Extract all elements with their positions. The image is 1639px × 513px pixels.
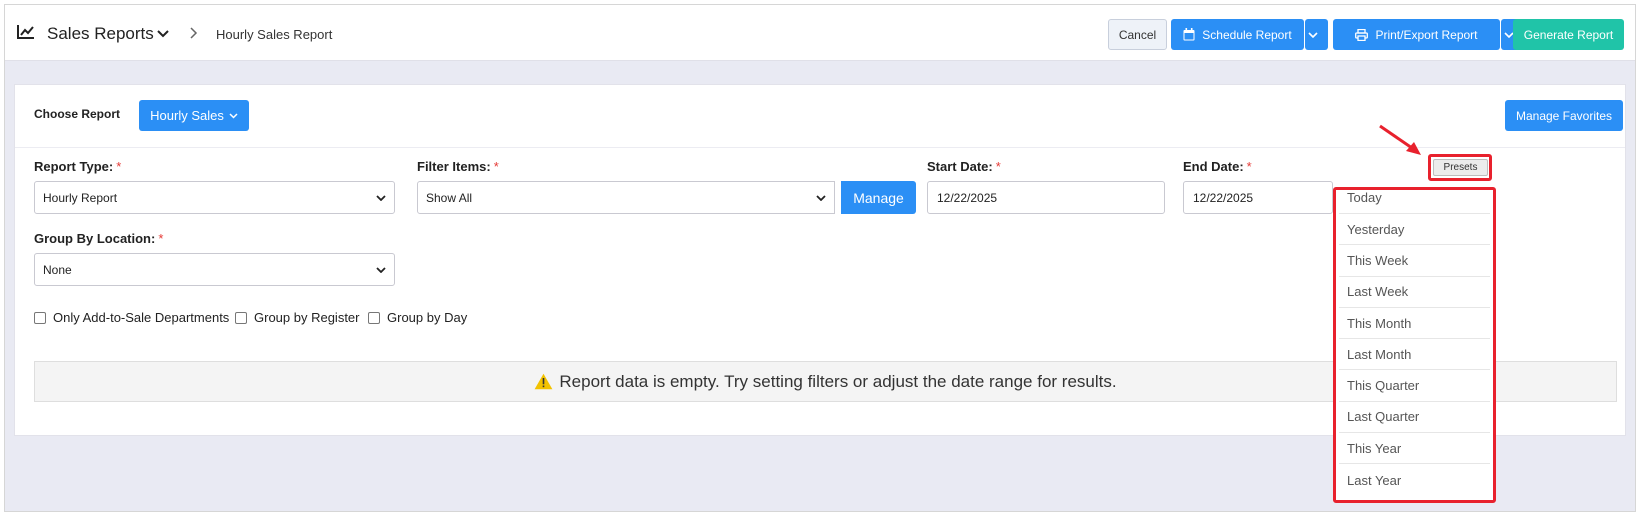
group-location-value: None: [43, 262, 72, 277]
required-mark: *: [116, 159, 122, 174]
required-mark: *: [995, 159, 1001, 174]
preset-yesterday[interactable]: Yesterday: [1339, 214, 1490, 246]
chevron-down-icon[interactable]: [157, 30, 169, 38]
preset-today[interactable]: Today: [1339, 190, 1490, 214]
report-type-label-text: Report Type:: [34, 159, 114, 174]
group-location-label-text: Group By Location:: [34, 231, 156, 246]
preset-last-week[interactable]: Last Week: [1339, 277, 1490, 308]
preset-label: Last Week: [1347, 284, 1409, 300]
manage-favorites-label: Manage Favorites: [1515, 108, 1613, 123]
top-bar: Sales Reports Hourly Sales Report Cancel…: [5, 5, 1635, 61]
schedule-report-dropdown[interactable]: [1305, 19, 1328, 50]
schedule-report-label: Schedule Report: [1202, 27, 1292, 42]
preset-last-month[interactable]: Last Month: [1339, 339, 1490, 371]
required-mark: *: [158, 231, 164, 246]
group-register-label: Group by Register: [254, 310, 360, 325]
preset-this-year[interactable]: This Year: [1339, 433, 1490, 465]
manage-favorites-button[interactable]: Manage Favorites: [1505, 100, 1623, 131]
filter-items-select[interactable]: Show All: [417, 181, 835, 214]
annotation-arrow: [1379, 124, 1421, 155]
start-date-label-text: Start Date:: [927, 159, 993, 174]
end-date-input[interactable]: 12/22/2025: [1183, 181, 1333, 214]
add-to-sale-checkbox[interactable]: Only Add-to-Sale Departments: [34, 310, 229, 325]
presets-dropdown: Today Yesterday This Week Last Week This…: [1333, 187, 1496, 503]
report-type-label: Report Type: *: [34, 159, 121, 174]
chevron-down-icon: [229, 112, 238, 119]
breadcrumb: Hourly Sales Report: [216, 27, 333, 42]
manage-button[interactable]: Manage: [841, 181, 916, 214]
preset-label: This Year: [1347, 440, 1402, 456]
end-date-label-text: End Date:: [1183, 159, 1244, 174]
print-export-label: Print/Export Report: [1375, 27, 1478, 42]
line-chart-icon: [17, 25, 34, 39]
app-title[interactable]: Sales Reports: [47, 24, 154, 44]
report-picker-button[interactable]: Hourly Sales: [139, 100, 249, 131]
warning-icon: [535, 373, 553, 390]
end-date-value: 12/22/2025: [1193, 190, 1254, 205]
preset-this-quarter[interactable]: This Quarter: [1339, 370, 1490, 402]
filter-items-label-text: Filter Items:: [417, 159, 491, 174]
chevron-down-icon: [1308, 31, 1318, 38]
chevron-down-icon: [816, 195, 826, 201]
add-to-sale-label: Only Add-to-Sale Departments: [53, 310, 230, 325]
group-register-checkbox[interactable]: Group by Register: [235, 310, 360, 325]
cancel-button[interactable]: Cancel: [1108, 19, 1167, 50]
preset-label: Last Month: [1347, 346, 1412, 362]
checkbox-box[interactable]: [34, 311, 46, 324]
preset-last-quarter[interactable]: Last Quarter: [1339, 402, 1490, 434]
presets-button[interactable]: Presets: [1433, 159, 1488, 176]
group-location-label: Group By Location: *: [34, 231, 163, 246]
preset-label: Last Year: [1347, 472, 1402, 488]
generate-report-button[interactable]: Generate Report: [1513, 19, 1624, 50]
preset-this-week[interactable]: This Week: [1339, 245, 1490, 277]
chevron-down-icon: [376, 195, 386, 201]
manage-button-label: Manage: [853, 189, 904, 206]
cancel-button-label: Cancel: [1118, 27, 1157, 42]
required-mark: *: [1246, 159, 1252, 174]
preset-label: This Week: [1347, 252, 1409, 268]
group-location-select[interactable]: None: [34, 253, 395, 286]
generate-report-label: Generate Report: [1523, 27, 1614, 42]
required-mark: *: [493, 159, 499, 174]
preset-label: Today: [1347, 190, 1382, 205]
report-type-value: Hourly Report: [43, 190, 118, 205]
preset-this-month[interactable]: This Month: [1339, 308, 1490, 340]
app-window: Sales Reports Hourly Sales Report Cancel…: [4, 4, 1636, 512]
group-day-checkbox[interactable]: Group by Day: [368, 310, 467, 325]
start-date-label: Start Date: *: [927, 159, 1001, 174]
empty-report-message: Report data is empty. Try setting filter…: [559, 371, 1117, 391]
filter-items-value: Show All: [426, 190, 473, 205]
preset-label: This Quarter: [1347, 378, 1420, 394]
chevron-right-icon: [190, 27, 198, 39]
start-date-value: 12/22/2025: [937, 190, 998, 205]
chevron-down-icon: [376, 267, 386, 273]
preset-label: Last Quarter: [1347, 409, 1420, 425]
checkbox-box[interactable]: [235, 311, 247, 324]
preset-last-year[interactable]: Last Year: [1339, 464, 1490, 495]
schedule-report-button[interactable]: Schedule Report: [1171, 19, 1304, 50]
end-date-label: End Date: *: [1183, 159, 1252, 174]
printer-icon: [1355, 28, 1369, 41]
preset-label: This Month: [1347, 315, 1412, 331]
group-day-label: Group by Day: [387, 310, 468, 325]
checkbox-box[interactable]: [368, 311, 380, 324]
presets-button-label: Presets: [1443, 162, 1478, 173]
choose-report-label: Choose Report: [34, 107, 121, 121]
filter-items-label: Filter Items: *: [417, 159, 499, 174]
calendar-icon: [1183, 28, 1195, 41]
report-type-select[interactable]: Hourly Report: [34, 181, 395, 214]
preset-label: Yesterday: [1347, 221, 1405, 237]
start-date-input[interactable]: 12/22/2025: [927, 181, 1165, 214]
print-export-button[interactable]: Print/Export Report: [1333, 19, 1500, 50]
report-picker-label: Hourly Sales: [150, 108, 224, 123]
